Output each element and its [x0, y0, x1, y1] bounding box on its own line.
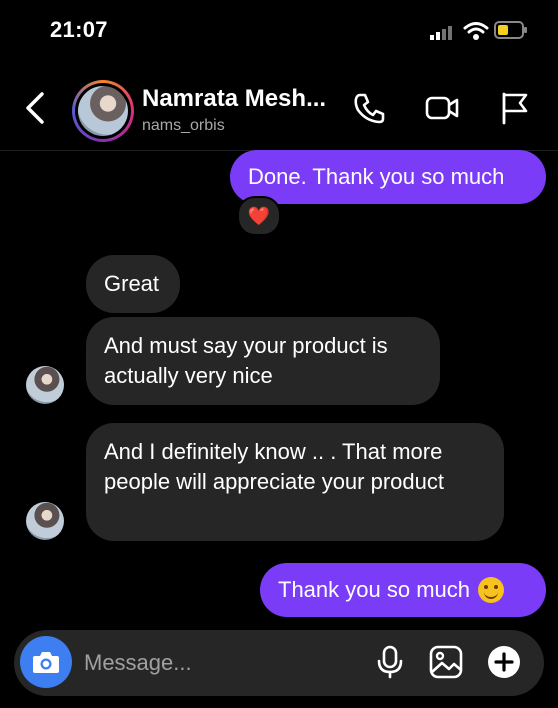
message-text: And I definitely know .. . That more peo…: [104, 439, 444, 494]
back-chevron-icon[interactable]: [22, 90, 48, 126]
message-bubble-incoming[interactable]: And must say your product is actually ve…: [86, 317, 440, 405]
message-text: Done. Thank you so much: [248, 164, 505, 189]
smiling-face-emoji-icon: [477, 577, 504, 603]
phone-icon[interactable]: [352, 90, 388, 126]
microphone-icon[interactable]: [372, 644, 408, 680]
wifi-icon: [463, 22, 489, 40]
cellular-signal-icon: [430, 24, 456, 40]
contact-avatar[interactable]: [72, 80, 134, 142]
contact-small-avatar[interactable]: [26, 366, 64, 404]
add-icon[interactable]: [486, 644, 522, 680]
battery-icon: [494, 21, 527, 39]
video-camera-icon[interactable]: [424, 90, 460, 126]
message-input[interactable]: [84, 645, 354, 681]
contact-small-avatar[interactable]: [26, 502, 64, 540]
message-bubble-incoming[interactable]: And I definitely know .. . That more peo…: [86, 423, 504, 541]
camera-icon: [33, 652, 59, 673]
status-time: 21:07: [50, 17, 108, 42]
gallery-icon[interactable]: [428, 644, 464, 680]
message-bubble-outgoing[interactable]: Thank you so much: [260, 563, 546, 617]
avatar-photo: [78, 86, 128, 136]
message-bubble-outgoing[interactable]: Done. Thank you so much: [230, 150, 546, 204]
message-text: Thank you so much: [278, 577, 470, 602]
message-text: And must say your product is actually ve…: [104, 333, 388, 388]
flag-icon[interactable]: [496, 90, 532, 126]
message-text: Great: [104, 271, 160, 296]
camera-button[interactable]: [20, 636, 72, 688]
heart-reaction-icon[interactable]: ❤️: [237, 196, 281, 236]
contact-username[interactable]: nams_orbis: [142, 117, 225, 135]
contact-name[interactable]: Namrata Mesh...: [142, 85, 326, 113]
message-bubble-incoming[interactable]: Great: [86, 255, 180, 313]
